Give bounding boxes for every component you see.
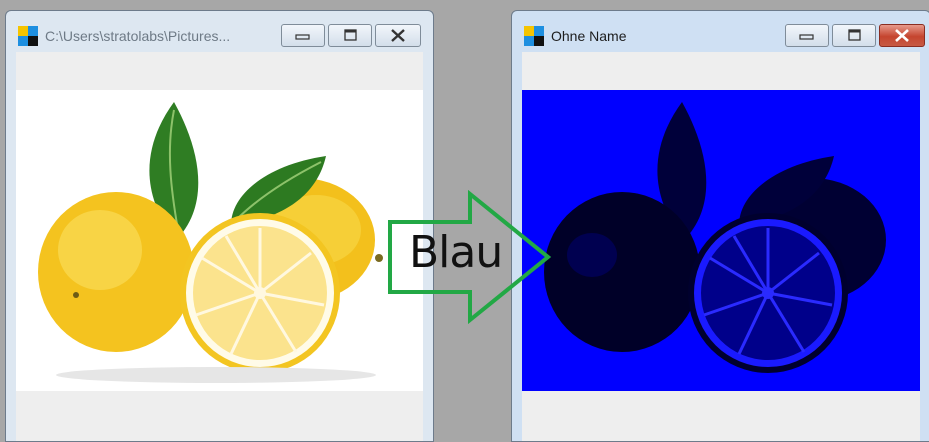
right-titlebar[interactable]: Ohne Name <box>512 11 929 51</box>
app-icon <box>18 26 38 46</box>
maximize-icon <box>848 29 861 41</box>
right-window-title: Ohne Name <box>551 28 627 44</box>
close-icon <box>391 29 405 42</box>
right-window: Ohne Name <box>511 10 929 442</box>
original-image <box>16 90 423 391</box>
close-button[interactable] <box>375 24 421 47</box>
maximize-button[interactable] <box>328 24 372 47</box>
arrow-label: Blau <box>409 227 503 278</box>
left-client-area <box>16 52 423 441</box>
left-window: C:\Users\stratolabs\Pictures... <box>5 10 434 442</box>
blue-filtered-image <box>522 90 920 391</box>
app-icon <box>524 26 544 46</box>
lemons-image <box>38 102 383 383</box>
lemons-blue-image <box>544 102 886 373</box>
close-icon <box>895 29 909 42</box>
maximize-button[interactable] <box>832 24 876 47</box>
left-window-title: C:\Users\stratolabs\Pictures... <box>45 28 231 44</box>
left-titlebar[interactable]: C:\Users\stratolabs\Pictures... <box>6 11 433 51</box>
close-button[interactable] <box>879 24 925 47</box>
maximize-icon <box>344 29 357 41</box>
minimize-button[interactable] <box>281 24 325 47</box>
right-client-area <box>522 52 920 441</box>
minimize-button[interactable] <box>785 24 829 47</box>
minimize-icon <box>295 34 310 40</box>
minimize-icon <box>799 34 814 40</box>
